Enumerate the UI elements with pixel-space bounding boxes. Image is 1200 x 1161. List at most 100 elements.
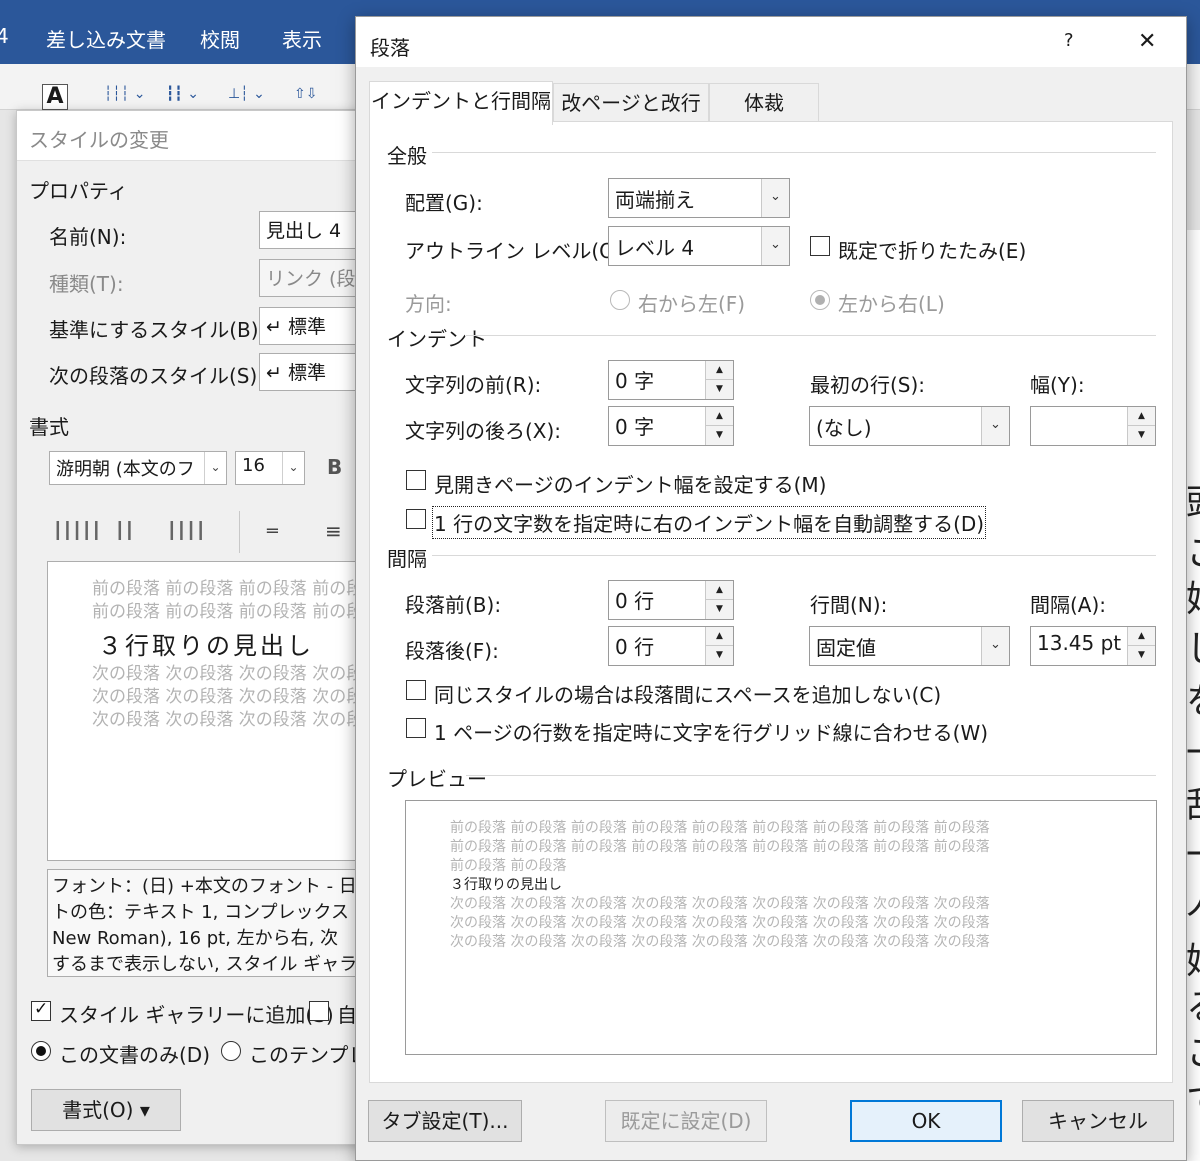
tab-asian-typography[interactable]: 体裁: [709, 83, 819, 123]
font-size-select[interactable]: 16 ⌄: [235, 451, 305, 485]
ltr-label: 左から右(L): [838, 292, 945, 316]
format-menu-button[interactable]: 書式(O) ▾: [31, 1089, 181, 1131]
doc-glyph: 頭: [1186, 474, 1200, 526]
text-box-button[interactable]: A: [42, 84, 68, 110]
rtl-radio[interactable]: [610, 290, 630, 310]
ribbon-tab-review[interactable]: 校閲: [200, 24, 240, 53]
ribbon-tab-partial[interactable]: 4: [0, 24, 9, 48]
first-line-label: 最初の行(S):: [810, 373, 926, 397]
spin-up-icon[interactable]: ▲: [706, 407, 733, 426]
line-spacing-label: 行間(N):: [810, 593, 888, 617]
preview-heading: プレビュー: [387, 767, 487, 791]
tab-indents-spacing[interactable]: インデントと行間隔: [369, 81, 553, 125]
indent-by-spinner[interactable]: ▲ ▼: [1030, 406, 1156, 446]
indent-before-value: 0 字: [615, 369, 655, 393]
font-select[interactable]: 游明朝 (本文のフ ⌄: [49, 451, 227, 485]
alignment-select[interactable]: 両端揃え ⌄: [608, 178, 790, 218]
align-left-icon[interactable]: ┃┃┃┃┃: [53, 521, 101, 540]
description-line: フォント：(日) +本文のフォント - 日本: [52, 876, 367, 897]
auto-update-label: 自: [337, 1003, 357, 1027]
bold-button[interactable]: B: [327, 455, 342, 479]
spacing-icon[interactable]: ┆┆┆ ⌄: [104, 86, 145, 102]
ribbon-tab-view[interactable]: 表示: [282, 24, 322, 53]
ltr-radio[interactable]: [810, 290, 830, 310]
divider: [466, 335, 1156, 336]
indent-after-spinner[interactable]: 0 字 ▲ ▼: [608, 406, 734, 446]
mirror-indents-checkbox[interactable]: [406, 470, 426, 490]
doc-glyph: 人: [1186, 872, 1200, 924]
doc-glyph: 一: [1186, 724, 1200, 776]
ok-button[interactable]: OK: [850, 1100, 1002, 1142]
type-select[interactable]: リンク (段落: [259, 259, 369, 297]
based-on-select[interactable]: ↵ 標準: [259, 307, 369, 345]
align-center-icon[interactable]: ┃┃: [115, 521, 134, 540]
properties-heading: プロパティ: [29, 179, 128, 203]
spin-down-icon[interactable]: ▼: [706, 646, 733, 665]
preview-prev-line: 前の段落 前の段落 前の段落 前の段落: [92, 602, 367, 622]
align-right-icon[interactable]: ┃┃┃┃: [167, 521, 206, 540]
preview-next-line: 次の段落 次の段落 次の段落 次の段落: [92, 710, 367, 730]
spin-down-icon[interactable]: ▼: [706, 426, 733, 445]
auto-update-checkbox[interactable]: [309, 1001, 329, 1021]
tabs-button[interactable]: タブ設定(T)...: [368, 1100, 522, 1142]
space-before-spinner[interactable]: 0 行 ▲ ▼: [608, 580, 734, 620]
outline-level-label: アウトライン レベル(O):: [405, 239, 630, 263]
spin-up-icon[interactable]: ▲: [1128, 627, 1155, 646]
space-after-spinner[interactable]: 0 行 ▲ ▼: [608, 626, 734, 666]
tab-strip: インデントと行間隔 改ページと改行 体裁: [356, 67, 1186, 125]
chevron-down-icon: ⌄: [981, 627, 1009, 665]
add-gallery-checkbox[interactable]: [31, 999, 51, 1021]
type-label: 種類(T):: [49, 272, 124, 296]
ribbon-tab-mailings[interactable]: 差し込み文書: [46, 24, 166, 53]
doc-glyph: こ: [1186, 524, 1200, 576]
cancel-button[interactable]: キャンセル: [1022, 1100, 1174, 1142]
indent-before-spinner[interactable]: 0 字 ▲ ▼: [608, 360, 734, 400]
outline-level-select[interactable]: レベル 4 ⌄: [608, 226, 790, 266]
spacing-at-spinner[interactable]: 13.45 pt ▲ ▼: [1030, 626, 1156, 666]
indent-after-label: 文字列の後ろ(X):: [405, 419, 562, 443]
tab-line-page-breaks[interactable]: 改ページと改行: [553, 83, 709, 123]
preview-next-line: 次の段落 次の段落 次の段落 次の段落: [92, 664, 367, 684]
preview-prev-line: 前の段落 前の段落 前の段落 前の段落: [92, 579, 367, 599]
template-radio[interactable]: [221, 1041, 241, 1061]
spin-down-icon[interactable]: ▼: [706, 600, 733, 619]
no-space-same-style-checkbox[interactable]: [406, 680, 426, 700]
doc-glyph: 姉: [1186, 932, 1200, 984]
name-input[interactable]: 見出し 4: [259, 211, 369, 249]
collapse-default-checkbox[interactable]: [810, 236, 830, 256]
spin-up-icon[interactable]: ▲: [706, 627, 733, 646]
spacing-heading: 間隔: [387, 547, 427, 571]
spin-down-icon[interactable]: ▼: [1128, 646, 1155, 665]
general-heading: 全般: [387, 144, 427, 168]
column-icon[interactable]: ┇┇ ⌄: [166, 86, 199, 102]
toolbar-divider: [239, 511, 240, 553]
set-default-button[interactable]: 既定に設定(D): [605, 1100, 767, 1142]
close-icon[interactable]: ✕: [1138, 29, 1156, 54]
snap-to-grid-checkbox[interactable]: [406, 718, 426, 738]
space-after-value: 0 行: [615, 635, 655, 659]
space-before-label: 段落前(B):: [405, 593, 502, 617]
this-doc-radio[interactable]: [31, 1041, 51, 1061]
move-up-icon[interactable]: ⇧⇩: [294, 86, 317, 102]
help-button[interactable]: ?: [1064, 30, 1074, 51]
spin-up-icon[interactable]: ▲: [706, 581, 733, 600]
doc-glyph: る: [1186, 978, 1200, 1030]
spin-up-icon[interactable]: ▲: [706, 361, 733, 380]
format-heading: 書式: [29, 415, 69, 439]
collapse-default-label: 既定で折りたたみ(E): [838, 239, 1027, 263]
preview-next-line: 次の段落 次の段落 次の段落 次の段落 次の段落 次の段落 次の段落 次の段落 …: [450, 934, 990, 950]
add-gallery-label: スタイル ギャラリーに追加(S): [59, 1003, 334, 1027]
next-style-select[interactable]: ↵ 標準: [259, 353, 369, 391]
name-label: 名前(N):: [49, 225, 127, 249]
auto-adjust-indent-checkbox[interactable]: [406, 509, 426, 529]
first-line-select[interactable]: (なし) ⌄: [809, 406, 1010, 446]
spin-down-icon[interactable]: ▼: [706, 380, 733, 399]
spin-down-icon[interactable]: ▼: [1128, 426, 1155, 445]
doc-glyph: 姉: [1186, 570, 1200, 622]
divider: [432, 152, 1156, 153]
align-icon[interactable]: ⊥┆ ⌄: [228, 86, 265, 102]
single-spacing-icon[interactable]: ═: [267, 521, 278, 542]
line-spacing-select[interactable]: 固定値 ⌄: [809, 626, 1010, 666]
spin-up-icon[interactable]: ▲: [1128, 407, 1155, 426]
line-spacing-icon[interactable]: ≡: [325, 519, 342, 543]
